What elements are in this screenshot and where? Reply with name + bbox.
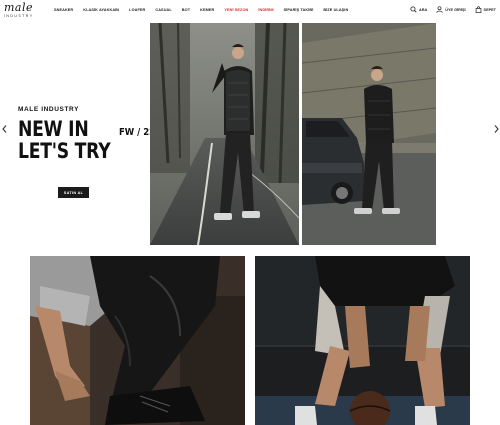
- nav-item-loafer[interactable]: LOAFER: [129, 8, 145, 12]
- header-actions: ARA ÜYE GİRİŞİ SEPET: [401, 6, 496, 13]
- nav-item-yeni-sezon[interactable]: YENİ SEZON: [224, 8, 248, 12]
- promo-photo-leather-pants[interactable]: [30, 256, 245, 425]
- nav-item-siparis-takibi[interactable]: SİPARİŞ TAKİBİ: [284, 8, 314, 12]
- logo-subtitle: INDUSTRY: [4, 14, 34, 18]
- user-icon: [436, 6, 443, 13]
- hero-headline-line-1: NEW IN: [18, 117, 89, 141]
- nav-item-kemer[interactable]: KEMER: [200, 8, 214, 12]
- nav-item-klasik[interactable]: KLASİK AYAKKABI: [83, 8, 119, 12]
- search-label: ARA: [419, 7, 428, 12]
- hero-headline: NEW IN LET'S TRY: [18, 118, 116, 162]
- brand-logo[interactable]: male INDUSTRY: [4, 2, 44, 20]
- promo-photo-court[interactable]: [255, 256, 470, 425]
- cart-label: SEPET: [483, 7, 496, 12]
- nav-item-casual[interactable]: CASUAL: [155, 8, 171, 12]
- main-nav: SNEAKER KLASİK AYAKKABI LOAFER CASUAL BO…: [54, 8, 358, 12]
- nav-item-bize-ulasin[interactable]: BİZE ULAŞIN: [323, 8, 348, 12]
- nav-item-bot[interactable]: BOT: [182, 8, 190, 12]
- hero-brand-line: MALE INDUSTRY: [18, 106, 80, 113]
- bag-icon: [475, 6, 481, 13]
- carousel-next-button[interactable]: [492, 124, 500, 134]
- search-button[interactable]: ARA: [410, 6, 427, 13]
- hero-photo-car[interactable]: [302, 23, 436, 245]
- cart-button[interactable]: SEPET: [475, 6, 496, 13]
- page: male INDUSTRY SNEAKER KLASİK AYAKKABI LO…: [0, 0, 500, 425]
- hero-photo-road[interactable]: [150, 23, 299, 245]
- login-label: ÜYE GİRİŞİ: [445, 7, 466, 12]
- nav-item-indirim[interactable]: İNDİRİM: [258, 8, 273, 12]
- buy-now-button[interactable]: SATIN AL: [58, 187, 89, 198]
- login-button[interactable]: ÜYE GİRİŞİ: [436, 6, 466, 13]
- hero-headline-line-2: LET'S TRY: [18, 139, 111, 163]
- carousel-prev-button[interactable]: [0, 124, 8, 134]
- chevron-right-icon: [494, 125, 499, 133]
- hero-text-block: MALE INDUSTRY NEW IN LET'S TRY FW / 22: [18, 106, 155, 162]
- site-header: male INDUSTRY SNEAKER KLASİK AYAKKABI LO…: [0, 0, 500, 22]
- search-icon: [410, 6, 417, 13]
- logo-wordmark: male: [4, 1, 34, 14]
- nav-item-sneaker[interactable]: SNEAKER: [54, 8, 73, 12]
- chevron-left-icon: [1, 125, 6, 133]
